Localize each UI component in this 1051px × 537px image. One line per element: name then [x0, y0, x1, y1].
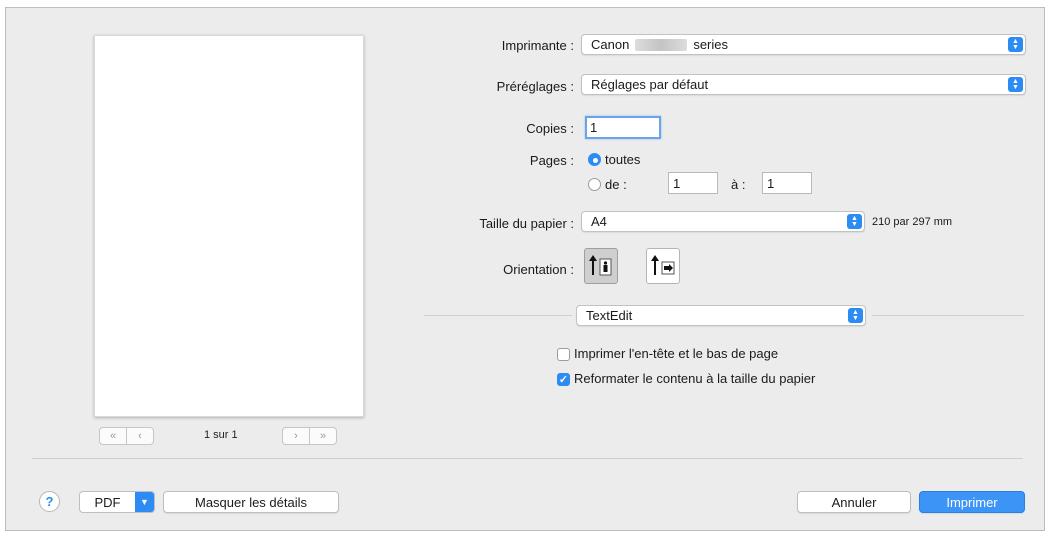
- cancel-button[interactable]: Annuler: [797, 491, 911, 513]
- reformat-label: Reformater le contenu à la taille du pap…: [574, 371, 816, 386]
- page-count: 1 sur 1: [204, 429, 238, 441]
- printer-label: Imprimante :: [501, 38, 574, 53]
- chevron-updown-icon: ▲ ▼: [1008, 37, 1023, 52]
- section-divider-right: [872, 315, 1024, 316]
- pdf-label: PDF: [94, 494, 121, 510]
- copies-field[interactable]: 1: [585, 116, 661, 139]
- pages-all-label: toutes: [605, 152, 641, 167]
- header-footer-label: Imprimer l'en-tête et le bas de page: [574, 346, 779, 361]
- next-page-button[interactable]: ›: [283, 428, 309, 444]
- help-button[interactable]: ?: [39, 491, 60, 512]
- landscape-orientation-icon: [651, 255, 675, 275]
- pages-label: Pages :: [529, 153, 574, 168]
- presets-value: Réglages par défaut: [591, 77, 709, 92]
- last-page-button[interactable]: »: [309, 428, 336, 444]
- preview-nav-back-group: « ‹: [99, 427, 154, 445]
- pages-to-field[interactable]: 1: [762, 172, 812, 194]
- chevron-updown-icon: ▲ ▼: [848, 308, 863, 323]
- orientation-label: Orientation :: [503, 262, 574, 277]
- hide-details-button[interactable]: Masquer les détails: [163, 491, 339, 513]
- section-divider-left: [424, 315, 572, 316]
- presets-select[interactable]: Réglages par défaut ▲ ▼: [581, 74, 1026, 95]
- redacted-printer-model: [635, 38, 688, 51]
- app-options-value: TextEdit: [586, 308, 633, 323]
- first-page-button[interactable]: «: [100, 428, 126, 444]
- page-preview: [94, 35, 364, 417]
- preview-nav-forward-group: › »: [282, 427, 337, 445]
- pages-to-label: à :: [731, 177, 746, 192]
- pages-all-radio[interactable]: [588, 153, 601, 166]
- print-dialog: « ‹ 1 sur 1 › » Imprimante : Canon serie…: [5, 7, 1045, 531]
- copies-label: Copies :: [526, 121, 574, 136]
- presets-label: Préréglages :: [496, 79, 574, 94]
- printer-name-suffix: series: [693, 37, 728, 52]
- header-footer-checkbox[interactable]: [557, 348, 570, 361]
- pages-from-label: de :: [605, 177, 627, 192]
- print-button[interactable]: Imprimer: [919, 491, 1025, 513]
- portrait-orientation-icon: [589, 255, 612, 276]
- pages-from-field[interactable]: 1: [668, 172, 718, 194]
- pages-range-radio[interactable]: [588, 178, 601, 191]
- pdf-menu-button[interactable]: PDF ▼: [79, 491, 155, 513]
- orientation-portrait-button[interactable]: [584, 248, 618, 284]
- chevron-updown-icon: ▲ ▼: [847, 214, 862, 229]
- paper-size-value: A4: [591, 214, 607, 229]
- app-options-select[interactable]: TextEdit ▲ ▼: [576, 305, 866, 326]
- printer-name-prefix: Canon: [591, 37, 630, 52]
- paper-size-label: Taille du papier :: [479, 216, 574, 231]
- footer-divider: [32, 458, 1023, 459]
- paper-dimensions: 210 par 297 mm: [872, 216, 953, 228]
- printer-select[interactable]: Canon series ▲ ▼: [581, 34, 1026, 55]
- reformat-checkbox[interactable]: ✓: [557, 373, 570, 386]
- orientation-landscape-button[interactable]: [646, 248, 680, 284]
- previous-page-button[interactable]: ‹: [126, 428, 153, 444]
- paper-size-select[interactable]: A4 ▲ ▼: [581, 211, 865, 232]
- chevron-updown-icon: ▲ ▼: [1008, 77, 1023, 92]
- chevron-down-icon: ▼: [135, 492, 154, 512]
